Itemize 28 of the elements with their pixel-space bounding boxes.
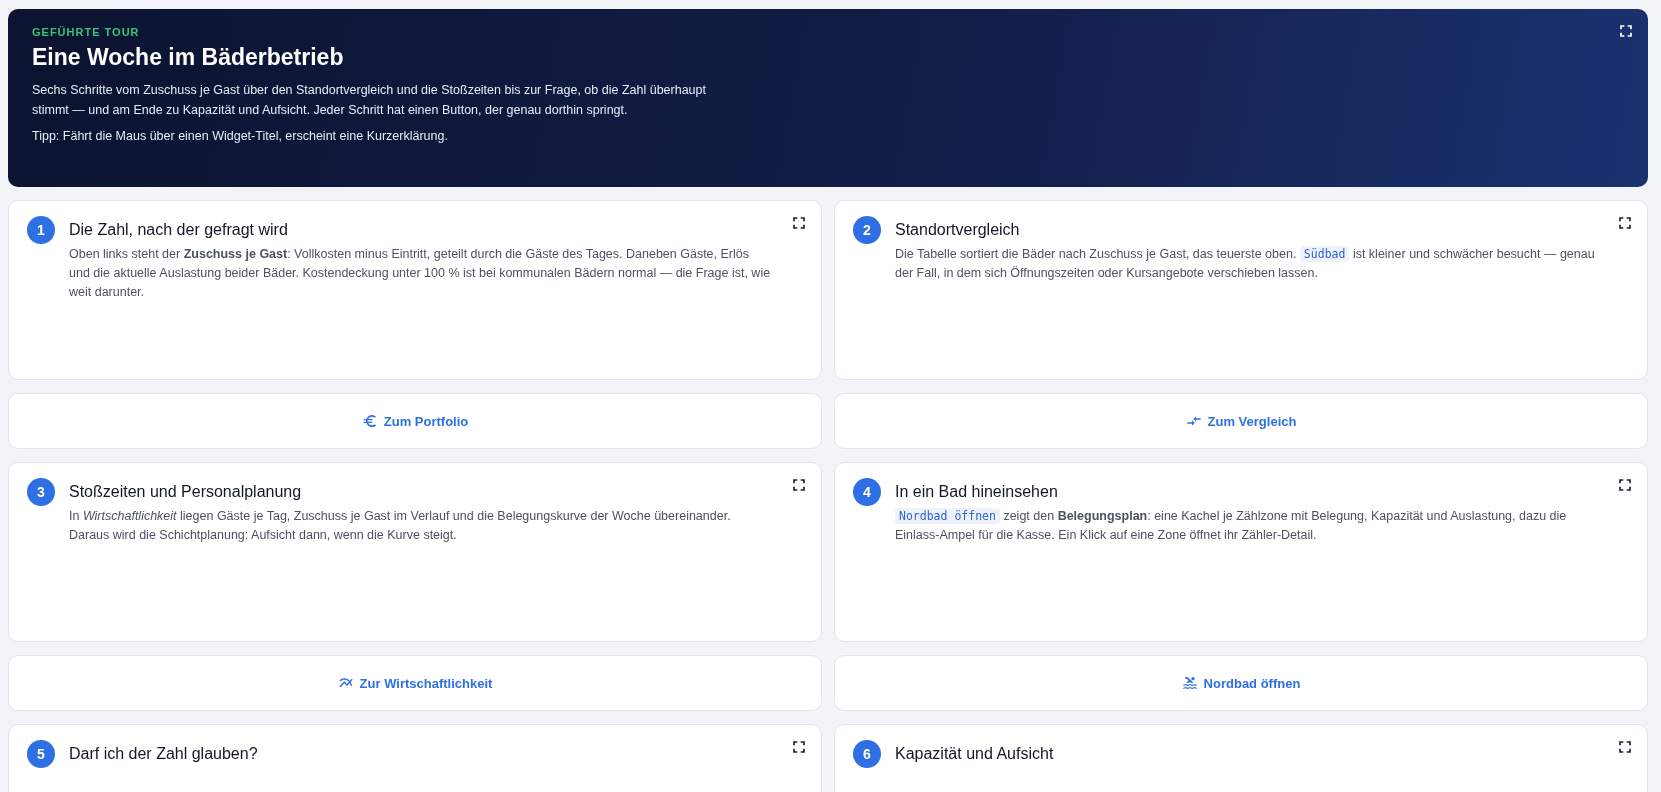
step-number: 4 — [853, 478, 881, 506]
step-title: Stoßzeiten und Personalplanung — [69, 483, 303, 501]
jump-button[interactable]: Zum Vergleich — [834, 393, 1648, 449]
jump-button[interactable]: Zur Wirtschaftlichkeit — [8, 655, 822, 711]
step-number: 6 — [853, 740, 881, 768]
jump-button[interactable]: Zum Portfolio — [8, 393, 822, 449]
step-title: In ein Bad hineinsehen — [895, 483, 1059, 501]
step-title: Standortvergleich — [895, 221, 1021, 239]
euro-icon — [361, 413, 378, 429]
step-description: Die Tabelle sortiert die Bäder nach Zuschuss je Gast, das teuerste oben. Südbad ist kleiner und schwächer besucht — genau der Fall, in dem sich Öffnungszeiten oder Kursangebote verschieben lassen. — [895, 245, 1596, 282]
step-number: 3 — [27, 478, 55, 506]
step-title: Kapazität und Aufsicht — [895, 745, 1054, 763]
hero-tip: Tipp: Fährt die Maus über einen Widget-Titel, erscheint eine Kurzerklärung. — [32, 128, 449, 145]
step-number: 5 — [27, 740, 55, 768]
swimmer-icon — [1181, 675, 1198, 691]
step-title: Darf ich der Zahl glauben? — [69, 745, 258, 763]
hero-intro: Sechs Schritte vom Zuschuss je Gast über den Standortvergleich und die Stoßzeiten bis zur Frage, ob die Zahl überhaupt stimmt — und am Ende zu Kapazität und Aufsicht. Jeder Schritt hat einen Button, der genau dorthin springt. — [32, 82, 707, 119]
hero-title: Eine Woche im Bäderbetrieb — [32, 44, 345, 71]
code-chip: Südbad — [1299, 246, 1350, 262]
step-number: 1 — [27, 216, 55, 244]
step-description: Nordbad öffnen zeigt den Belegungsplan: eine Kachel je Zählzone mit Belegung, Kapazität und Auslastung, dazu die Einlass-Ampel für die Kasse. Ein Klick auf eine Zone öffnet ihr Zähler-Detail. — [895, 507, 1568, 544]
step-number: 2 — [853, 216, 881, 244]
step-description: Oben links steht der Zuschuss je Gast: Vollkosten minus Eintritt, geteilt durch die Gäste des Tages. Daneben Gäste, Erlös und die aktuelle Auslastung beider Bäder. Kostendeckung unter 100 % ist bei kommunalen Bädern normal — die Frage ist, wie weit darunter. — [69, 246, 771, 301]
step-description: In Wirtschaftlichkeit liegen Gäste je Tag, Zuschuss je Gast im Verlauf und die Belegungskurve der Woche übereinander. Daraus wird die Schichtplanung: Aufsicht dann, wenn die Kurve steigt. — [69, 508, 732, 544]
code-chip: Nordbad öffnen — [895, 508, 1000, 524]
jump-button[interactable]: Nordbad öffnen — [834, 655, 1648, 711]
step-title: Die Zahl, nach der gefragt wird — [69, 221, 289, 239]
eyebrow-label: GEFÜHRTE TOUR — [32, 26, 141, 38]
